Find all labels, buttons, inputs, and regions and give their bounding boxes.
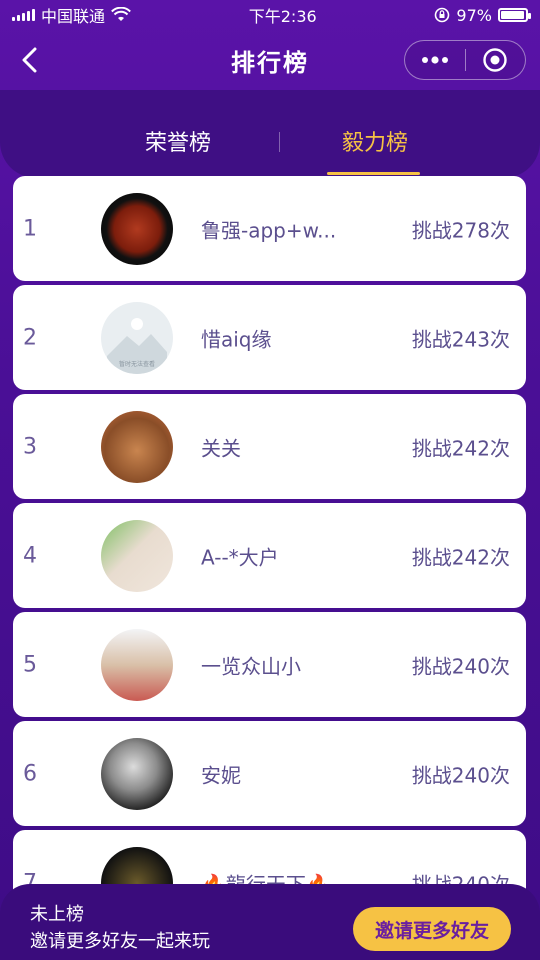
invite-hint: 邀请更多好友一起来玩	[30, 931, 210, 952]
challenge-count: 挑战243次	[411, 327, 510, 351]
player-name: 关关	[201, 436, 241, 460]
blood-moon-avatar	[101, 193, 173, 265]
challenge-count: 挑战240次	[411, 763, 510, 787]
ranking-row[interactable]: 5 一览众山小 挑战240次	[13, 612, 526, 717]
orientation-lock-icon	[435, 7, 450, 23]
ranking-row[interactable]: 3 关关 挑战242次	[13, 394, 526, 499]
challenge-count: 挑战240次	[411, 654, 510, 678]
rank-number: 3	[23, 434, 37, 459]
ranking-row[interactable]: 6 安妮 挑战240次	[13, 721, 526, 826]
ranking-row[interactable]: 1 鲁强-app+w... 挑战278次	[13, 176, 526, 281]
player-name: 鲁强-app+w...	[201, 218, 337, 242]
challenge-count: 挑战242次	[411, 436, 510, 460]
signal-icon	[12, 9, 35, 21]
target-icon	[483, 48, 507, 72]
mini-program-capsule	[404, 40, 526, 80]
status-bar: 中国联通 下午2:36 97%	[0, 0, 540, 30]
tabs-bar: 荣誉榜 毅力榜	[0, 90, 540, 178]
status-right: 97%	[434, 5, 531, 25]
wifi-icon	[111, 7, 131, 21]
more-dots-icon	[421, 56, 448, 64]
status-left: 中国联通	[12, 3, 131, 27]
ranking-row[interactable]: 2 暂时无法查看 惜aiq缘 挑战243次	[13, 285, 526, 390]
monkey-avatar	[101, 411, 173, 483]
rank-number: 6	[23, 761, 37, 786]
player-name: 安妮	[201, 763, 241, 787]
rank-number: 5	[23, 652, 37, 677]
carrier-label: 中国联通	[41, 7, 106, 26]
my-rank-bar: 未上榜 邀请更多好友一起来玩 邀请更多好友	[0, 884, 540, 960]
my-rank-status: 未上榜	[30, 904, 84, 925]
player-name: 一览众山小	[201, 654, 301, 678]
rank-number: 4	[23, 543, 37, 568]
challenge-count: 挑战278次	[411, 218, 510, 242]
rank-number: 1	[23, 216, 37, 241]
challenge-count: 挑战242次	[411, 545, 510, 569]
boy-avatar	[101, 520, 173, 592]
chevron-left-icon	[22, 47, 37, 73]
active-tab-indicator	[327, 172, 420, 175]
invite-friends-button[interactable]: 邀请更多好友	[353, 907, 511, 951]
nav-bar: 排行榜	[0, 30, 540, 90]
more-button[interactable]	[405, 41, 465, 79]
placeholder-avatar: 暂时无法查看	[101, 302, 173, 374]
image-placeholder-icon: 暂时无法查看	[107, 318, 167, 374]
page-title: 排行榜	[231, 48, 309, 77]
battery-percent: 97%	[456, 5, 492, 25]
tab-divider	[279, 132, 280, 152]
close-mini-program-button[interactable]	[466, 41, 526, 79]
tab-perseverance[interactable]: 毅力榜	[342, 125, 408, 157]
rank-number: 2	[23, 325, 37, 350]
status-time: 下午2:36	[248, 7, 317, 26]
player-name: A--*大户	[201, 545, 279, 569]
player-name: 惜aiq缘	[201, 327, 272, 351]
man-avatar	[101, 629, 173, 701]
marilyn-avatar	[101, 738, 173, 810]
ranking-list: 1 鲁强-app+w... 挑战278次 2 暂时无法查看 惜aiq缘 挑战24…	[13, 176, 526, 939]
battery-icon	[497, 8, 531, 22]
back-button[interactable]	[12, 42, 48, 78]
tab-honor[interactable]: 荣誉榜	[145, 125, 211, 157]
avatar-caption: 暂时无法查看	[119, 360, 155, 368]
ranking-row[interactable]: 4 A--*大户 挑战242次	[13, 503, 526, 608]
